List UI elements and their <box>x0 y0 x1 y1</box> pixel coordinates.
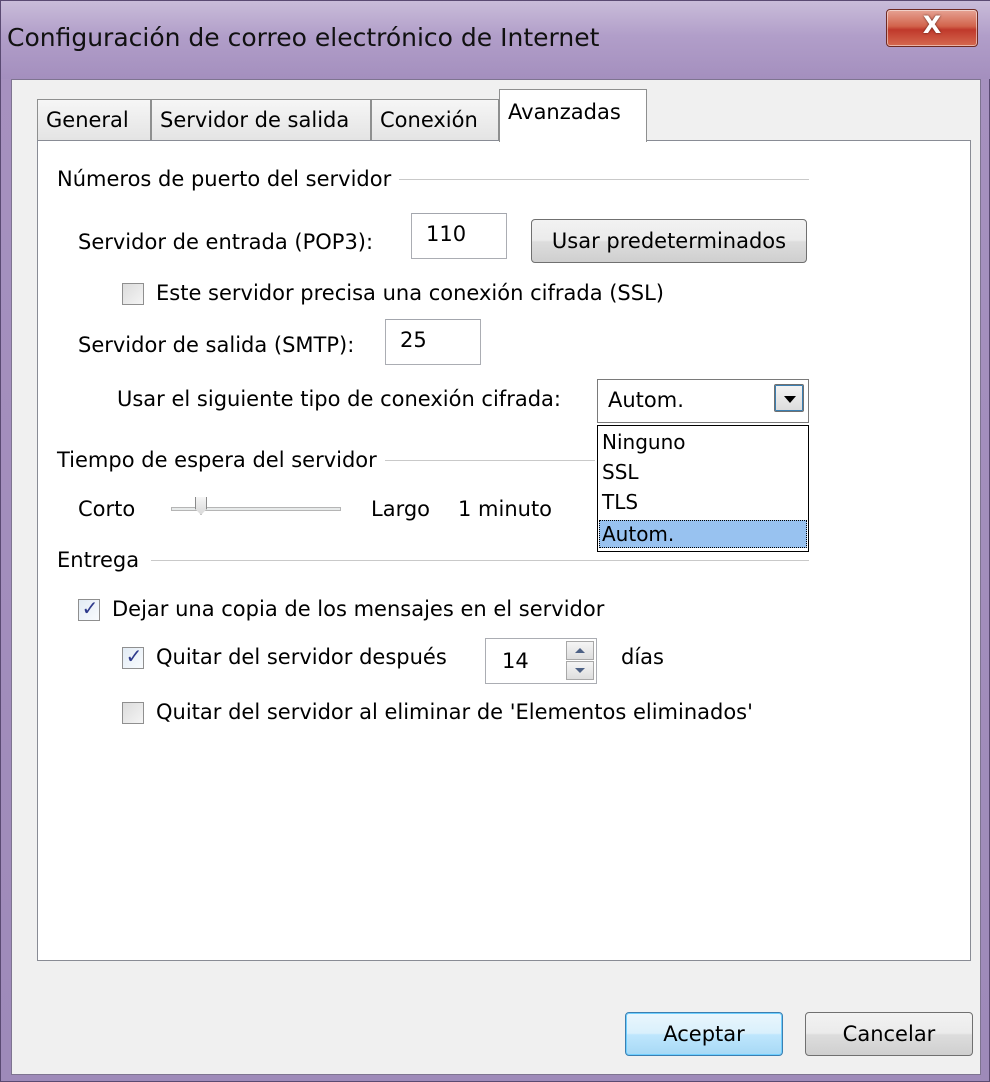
checkmark-icon: ✓ <box>81 596 99 620</box>
timeout-group-label: Tiempo de espera del servidor <box>57 448 385 472</box>
encryption-type-select[interactable]: Autom. <box>597 379 809 423</box>
remove-on-delete-checkbox[interactable] <box>122 702 144 724</box>
group-divider <box>151 560 809 561</box>
chevron-down-icon <box>784 396 796 403</box>
timeout-long-label: Largo <box>371 497 431 521</box>
tab-panel-avanzadas <box>37 140 971 961</box>
dialog-window: Configuración de correo electrónico de I… <box>0 0 990 1082</box>
arrow-up-icon <box>575 648 585 653</box>
window-title: Configuración de correo electrónico de I… <box>7 23 600 52</box>
outgoing-port-input[interactable]: 25 <box>385 319 481 365</box>
spin-up-button[interactable] <box>566 641 594 660</box>
encryption-selected-value: Autom. <box>608 388 684 412</box>
title-bar[interactable]: Configuración de correo electrónico de I… <box>1 1 990 79</box>
dropdown-option-tls[interactable]: TLS <box>599 488 807 516</box>
spin-down-button[interactable] <box>566 661 594 680</box>
timeout-value-label: 1 minuto <box>458 497 553 521</box>
remove-on-delete-label: Quitar del servidor al eliminar de 'Elem… <box>156 700 753 724</box>
remove-after-days-spinner[interactable]: 14 <box>485 638 597 684</box>
ssl-checkbox-label: Este servidor precisa una conexión cifra… <box>156 281 664 305</box>
tab-servidor-de-salida[interactable]: Servidor de salida <box>151 99 371 140</box>
ports-group-label: Números de puerto del servidor <box>57 167 400 191</box>
ok-button[interactable]: Aceptar <box>625 1012 783 1056</box>
encryption-type-label: Usar el siguiente tipo de conexión cifra… <box>117 387 561 411</box>
spinner-buttons <box>566 641 594 681</box>
incoming-port-input[interactable]: 110 <box>411 213 507 259</box>
group-divider <box>381 460 595 461</box>
leave-copy-checkbox[interactable]: ✓ <box>78 596 100 621</box>
dropdown-option-autom[interactable]: Autom. <box>599 520 807 548</box>
remove-after-days-value: 14 <box>502 649 529 673</box>
remove-after-checkbox[interactable]: ✓ <box>122 644 144 669</box>
tab-avanzadas[interactable]: Avanzadas <box>499 89 647 142</box>
cancel-button[interactable]: Cancelar <box>805 1012 973 1056</box>
arrow-down-icon <box>575 668 585 673</box>
dropdown-option-ninguno[interactable]: Ninguno <box>599 428 807 456</box>
remove-after-label: Quitar del servidor después <box>156 645 447 669</box>
tab-conexion[interactable]: Conexión <box>371 99 499 140</box>
days-label: días <box>621 645 664 669</box>
close-button[interactable]: X <box>886 9 978 47</box>
dropdown-button[interactable] <box>774 384 804 412</box>
dropdown-option-ssl[interactable]: SSL <box>599 458 807 486</box>
ssl-checkbox[interactable] <box>122 283 144 305</box>
incoming-port-label: Servidor de entrada (POP3): <box>78 230 374 254</box>
leave-copy-label: Dejar una copia de los mensajes en el se… <box>112 597 605 621</box>
group-divider <box>381 179 809 180</box>
use-defaults-button[interactable]: Usar predeterminados <box>531 219 807 263</box>
checkmark-icon: ✓ <box>125 644 143 668</box>
encryption-dropdown-list: Ninguno SSL TLS Autom. <box>597 425 809 552</box>
delivery-group-label: Entrega <box>57 548 148 572</box>
tab-general[interactable]: General <box>37 99 151 140</box>
outgoing-port-label: Servidor de salida (SMTP): <box>78 333 355 357</box>
close-icon: X <box>922 11 942 39</box>
timeout-short-label: Corto <box>78 497 136 521</box>
